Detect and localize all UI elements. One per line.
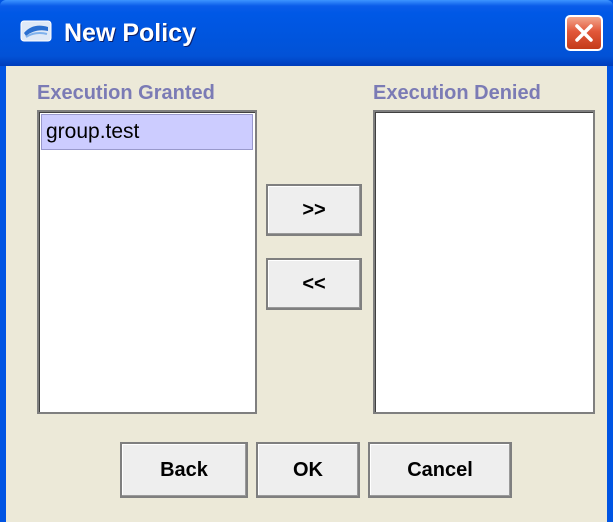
dialog-body: Execution Granted group.test Execution D… bbox=[6, 66, 607, 522]
granted-list-label: Execution Granted bbox=[37, 82, 215, 104]
denied-list-label: Execution Denied bbox=[373, 82, 541, 104]
title-bar[interactable]: New Policy bbox=[0, 0, 613, 66]
app-window-icon bbox=[20, 20, 52, 42]
move-left-button[interactable]: << bbox=[266, 258, 362, 310]
denied-list[interactable] bbox=[373, 110, 595, 414]
close-icon bbox=[575, 24, 593, 42]
granted-list-item[interactable]: group.test bbox=[41, 114, 253, 150]
close-button[interactable] bbox=[565, 15, 603, 51]
ok-button[interactable]: OK bbox=[256, 442, 360, 498]
granted-list[interactable]: group.test bbox=[37, 110, 257, 414]
back-button[interactable]: Back bbox=[120, 442, 248, 498]
move-right-button[interactable]: >> bbox=[266, 184, 362, 236]
cancel-button[interactable]: Cancel bbox=[368, 442, 512, 498]
dialog-title: New Policy bbox=[64, 19, 196, 47]
new-policy-dialog: New Policy Execution Granted group.test … bbox=[0, 0, 613, 522]
